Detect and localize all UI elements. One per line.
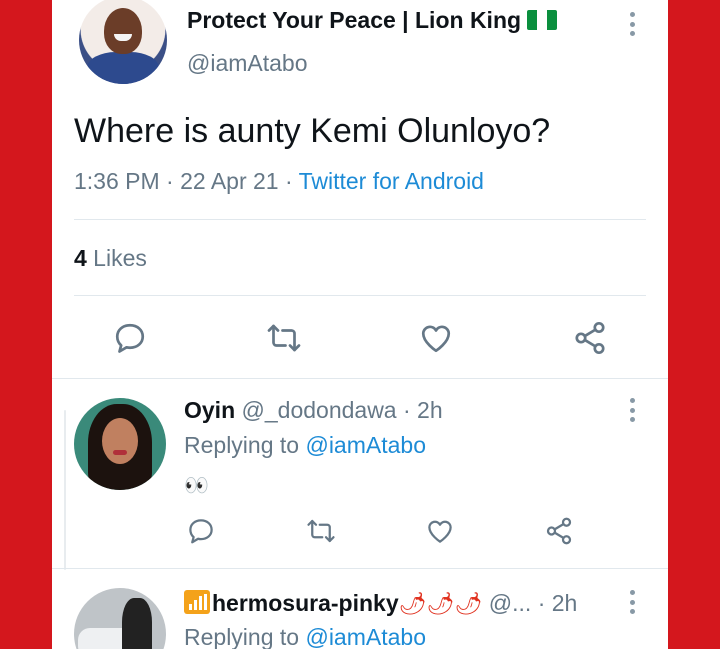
avatar-face [104,8,142,54]
thread-edge [64,410,66,570]
replying-prefix: Replying to [184,432,306,458]
meta-separator: · [159,168,181,194]
tweet-source-link[interactable]: Twitter for Android [299,168,484,194]
divider [74,295,646,296]
tweet-time: 1:36 PM [74,168,160,194]
reply-header[interactable]: Oyin @_dodondawa · 2h [184,397,443,424]
divider [52,378,668,379]
avatar-face [102,418,138,464]
reply-display-name: Oyin [184,397,236,423]
avatar-person [122,598,152,649]
avatar-lips [113,450,127,455]
likes-number: 4 [74,245,87,271]
share-icon[interactable] [544,516,574,546]
heart-icon[interactable] [425,516,455,546]
replying-to: Replying to @iamAtabo [184,624,426,649]
reply-display-name: hermosura-pinky [212,590,399,616]
author-avatar[interactable] [79,0,167,84]
signal-bars-icon [184,590,210,614]
replying-to-link[interactable]: @iamAtabo [305,624,426,649]
retweet-icon[interactable] [306,516,336,546]
reply-icon[interactable] [112,320,148,356]
reply-icon[interactable] [186,516,216,546]
replying-to-link[interactable]: @iamAtabo [305,432,426,458]
share-icon[interactable] [572,320,608,356]
more-options-icon[interactable] [629,590,635,614]
likes-count-link[interactable]: 4 Likes [74,245,147,272]
reply-age: · 2h [531,590,578,616]
author-display-name[interactable]: Protect Your Peace | Lion King [187,7,558,34]
more-options-icon[interactable] [629,398,635,422]
reply-header[interactable]: hermosura-pinky🌶🌶🌶 @... · 2h [184,590,577,617]
nigeria-flag-icon [527,10,558,30]
more-options-icon[interactable] [629,12,635,36]
reply-avatar[interactable] [74,588,166,649]
tweet-meta: 1:36 PM · 22 Apr 21 · Twitter for Androi… [74,168,484,195]
reply-handle: @_dodondawa [241,397,397,423]
retweet-icon[interactable] [266,320,302,356]
reply-avatar[interactable] [74,398,166,490]
author-name-text: Protect Your Peace | Lion King [187,7,522,33]
avatar-shirt [87,52,159,84]
tweet-text: Where is aunty Kemi Olunloyo? [74,112,551,150]
author-handle[interactable]: @iamAtabo [187,50,308,77]
heart-icon[interactable] [418,320,454,356]
divider [74,219,646,220]
tweet-thread: Protect Your Peace | Lion King @iamAtabo… [52,0,668,649]
tweet-date: 22 Apr 21 [180,168,279,194]
reply-age: · 2h [396,397,443,423]
chili-pepper-icon: 🌶🌶🌶 [398,591,483,616]
reply-text: 👀 [184,475,209,497]
likes-label: Likes [86,245,147,271]
reply-handle: @... [488,590,532,616]
replying-prefix: Replying to [184,624,306,649]
divider [52,568,668,569]
replying-to: Replying to @iamAtabo [184,432,426,459]
meta-separator: · [278,168,299,194]
